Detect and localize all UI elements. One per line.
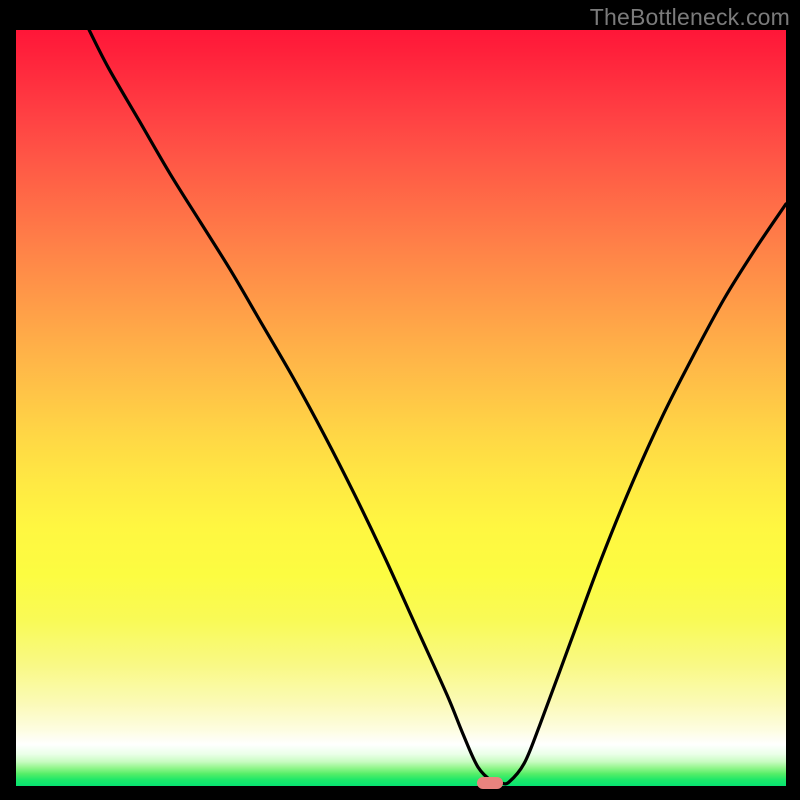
watermark-text: TheBottleneck.com [590, 4, 790, 31]
chart-frame: TheBottleneck.com [0, 0, 800, 800]
bottleneck-curve [16, 30, 786, 786]
optimal-point-marker [477, 777, 503, 789]
plot-area [16, 30, 786, 786]
